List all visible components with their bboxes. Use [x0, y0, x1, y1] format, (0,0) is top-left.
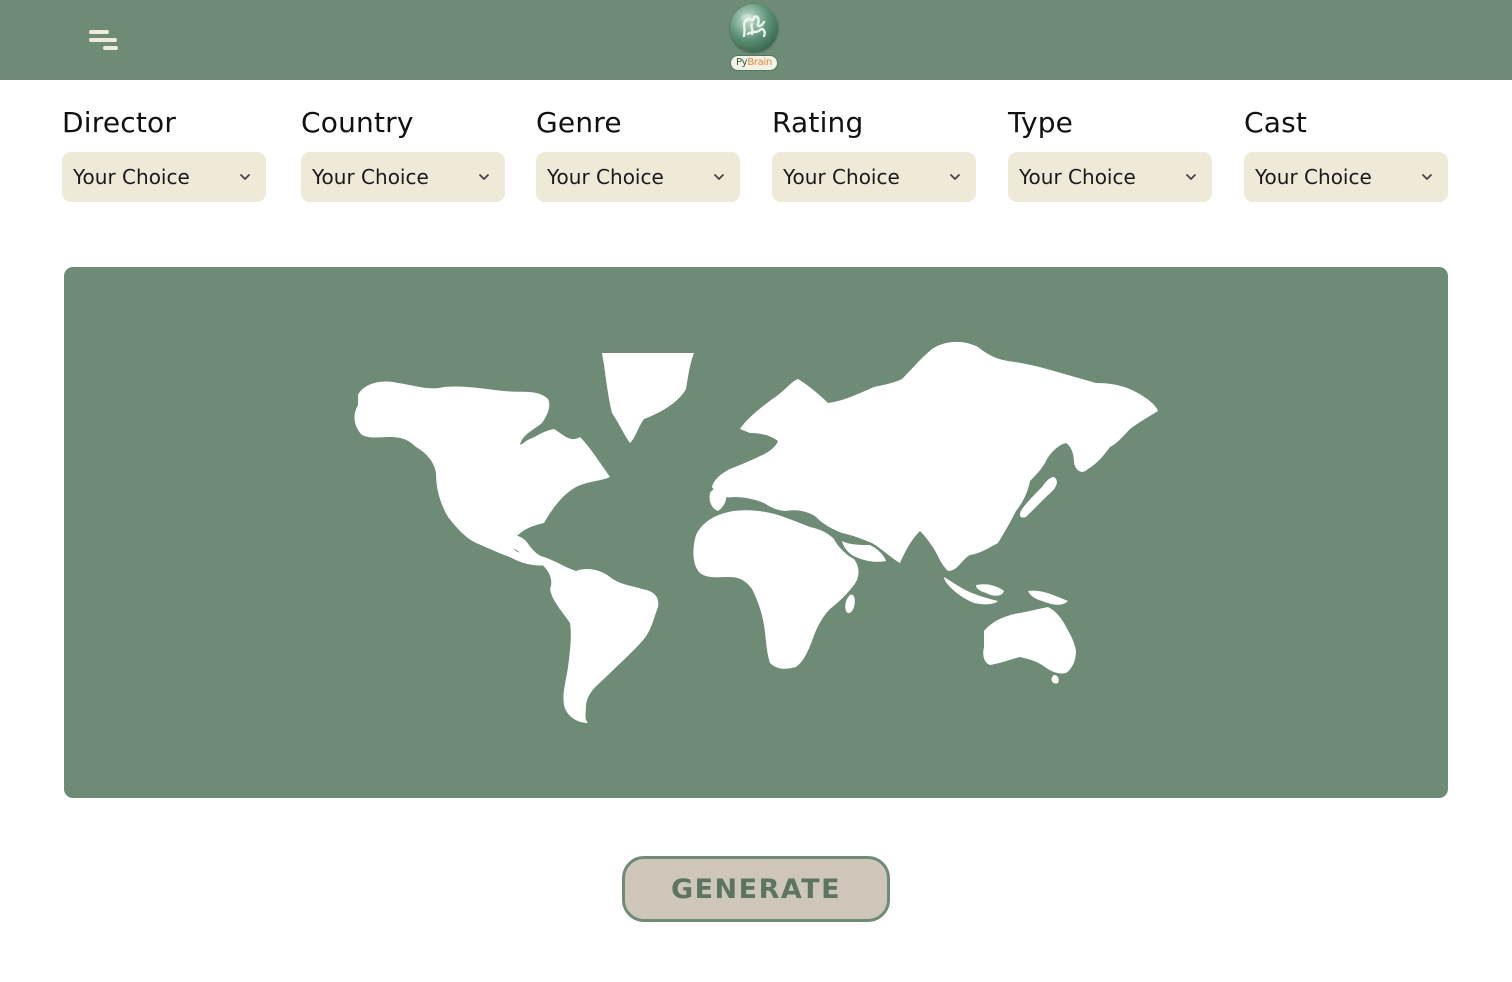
- cast-select[interactable]: Your Choice: [1244, 152, 1448, 202]
- select-value: Your Choice: [1019, 165, 1136, 189]
- continent-africa: [693, 510, 859, 669]
- continent-north-america: [354, 381, 610, 566]
- filter-director: Director Your Choice: [62, 106, 266, 202]
- island-madagascar: [845, 594, 855, 614]
- select-value: Your Choice: [547, 165, 664, 189]
- chevron-down-icon: [240, 174, 250, 180]
- world-map-panel: [64, 267, 1448, 798]
- type-select[interactable]: Your Choice: [1008, 152, 1212, 202]
- chevron-down-icon: [950, 174, 960, 180]
- filter-rating: Rating Your Choice: [772, 106, 976, 202]
- menu-line: [103, 46, 118, 50]
- hamburger-menu-icon[interactable]: [86, 26, 122, 54]
- pybrain-logo[interactable]: PyBrain: [726, 4, 782, 74]
- generate-button[interactable]: GENERATE: [622, 856, 890, 922]
- select-value: Your Choice: [783, 165, 900, 189]
- brain-icon: [730, 4, 778, 52]
- filter-label-director: Director: [62, 106, 177, 139]
- filter-country: Country Your Choice: [301, 106, 505, 202]
- continent-greenland: [602, 353, 694, 443]
- filter-label-cast: Cast: [1244, 106, 1308, 139]
- director-select[interactable]: Your Choice: [62, 152, 266, 202]
- island-british-isles: [709, 487, 727, 511]
- select-value: Your Choice: [1255, 165, 1372, 189]
- continent-australia: [983, 607, 1076, 674]
- islands-indonesia: [944, 577, 1004, 605]
- select-value: Your Choice: [73, 165, 190, 189]
- chevron-down-icon: [1186, 174, 1196, 180]
- logo-wordmark: PyBrain: [730, 55, 778, 71]
- world-map-icon: [354, 341, 1158, 723]
- logo-text-py: Py: [735, 57, 748, 68]
- chevron-down-icon: [479, 174, 489, 180]
- island-tasmania: [1051, 675, 1059, 684]
- chevron-down-icon: [1422, 174, 1432, 180]
- filter-cast: Cast Your Choice: [1244, 106, 1448, 202]
- menu-line: [89, 30, 109, 34]
- island-new-guinea: [1028, 590, 1068, 605]
- chevron-down-icon: [714, 174, 724, 180]
- rating-select[interactable]: Your Choice: [772, 152, 976, 202]
- country-select[interactable]: Your Choice: [301, 152, 505, 202]
- menu-line: [89, 38, 117, 42]
- filter-label-country: Country: [301, 106, 414, 139]
- filter-genre: Genre Your Choice: [536, 106, 740, 202]
- filter-label-type: Type: [1008, 106, 1074, 139]
- filter-type: Type Your Choice: [1008, 106, 1212, 202]
- logo-text-brain: Brain: [747, 57, 773, 68]
- top-bar: PyBrain: [0, 0, 1512, 80]
- filter-label-rating: Rating: [772, 106, 864, 139]
- filter-label-genre: Genre: [536, 106, 622, 139]
- genre-select[interactable]: Your Choice: [536, 152, 740, 202]
- select-value: Your Choice: [312, 165, 429, 189]
